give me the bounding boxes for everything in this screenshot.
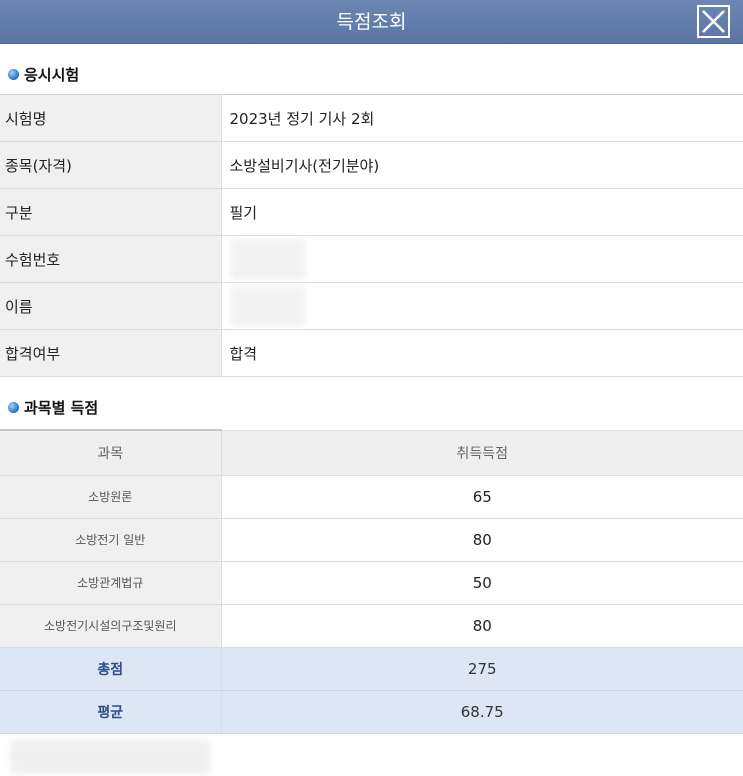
name-label: 이름 [0, 282, 222, 330]
qualification-value: 소방설비기사(전기분야) [221, 141, 743, 189]
category-value: 필기 [221, 188, 743, 236]
score-column-header: 취득득점 [221, 429, 743, 476]
pass-status-label: 합격여부 [0, 329, 222, 377]
close-button[interactable] [697, 5, 730, 38]
total-row: 총점 275 [0, 647, 743, 691]
window-title: 득점조회 [336, 11, 407, 33]
qualification-label: 종목(자격) [0, 141, 222, 189]
redacted-footer [10, 740, 210, 774]
bullet-icon [8, 68, 19, 80]
candidate-number-label: 수험번호 [0, 235, 222, 283]
subject-name: 소방전기시설의구조및원리 [0, 604, 222, 648]
subject-score: 80 [221, 604, 743, 648]
close-icon [702, 10, 725, 33]
table-row: 소방원론 65 [0, 475, 743, 519]
exam-name-label: 시험명 [0, 94, 222, 142]
title-bar: 득점조회 [0, 0, 743, 44]
bullet-icon [8, 401, 19, 413]
score-table: 과목 취득득점 소방원론 65 소방전기 일반 80 소방관계법규 50 소방전… [0, 429, 743, 734]
category-label: 구분 [0, 188, 222, 236]
pass-status-value: 합격 [221, 329, 743, 377]
table-row: 수험번호 [0, 235, 743, 283]
table-row: 소방전기 일반 80 [0, 518, 743, 562]
total-label: 총점 [0, 647, 222, 691]
table-row: 소방관계법규 50 [0, 561, 743, 605]
total-value: 275 [221, 647, 743, 691]
score-table-header: 과목 취득득점 [0, 429, 743, 476]
name-value [221, 282, 743, 330]
subject-score: 65 [221, 475, 743, 519]
average-row: 평균 68.75 [0, 690, 743, 734]
table-row: 이름 [0, 282, 743, 330]
table-row: 합격여부 합격 [0, 329, 743, 377]
candidate-number-value [221, 235, 743, 283]
exam-info-table: 시험명 2023년 정기 기사 2회 종목(자격) 소방설비기사(전기분야) 구… [0, 94, 743, 377]
table-row: 시험명 2023년 정기 기사 2회 [0, 94, 743, 142]
table-row: 종목(자격) 소방설비기사(전기분야) [0, 141, 743, 189]
subject-name: 소방원론 [0, 475, 222, 519]
table-row: 구분 필기 [0, 188, 743, 236]
exam-section-title: 응시시험 [24, 65, 80, 84]
average-value: 68.75 [221, 690, 743, 734]
subject-score: 50 [221, 561, 743, 605]
subject-column-header: 과목 [0, 429, 222, 476]
average-label: 평균 [0, 690, 222, 734]
score-section-header: 과목별 득점 [0, 377, 743, 437]
table-row: 소방전기시설의구조및원리 80 [0, 604, 743, 648]
subject-score: 80 [221, 518, 743, 562]
exam-name-value: 2023년 정기 기사 2회 [221, 94, 743, 142]
score-section-title: 과목별 득점 [24, 398, 99, 417]
subject-name: 소방전기 일반 [0, 518, 222, 562]
redacted-value [229, 286, 306, 326]
redacted-value [229, 239, 306, 279]
subject-name: 소방관계법규 [0, 561, 222, 605]
